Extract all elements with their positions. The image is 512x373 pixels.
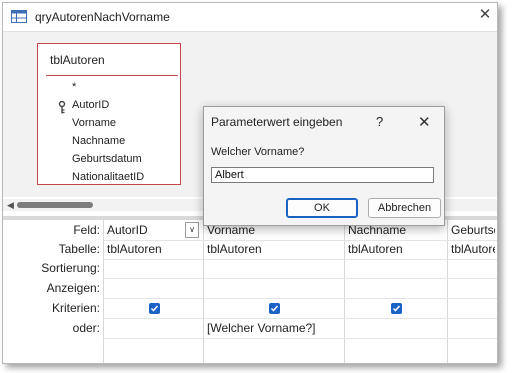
grid-cell-field[interactable]: AutorID (107, 223, 148, 237)
checkmark-icon (150, 305, 159, 312)
field-item[interactable]: Geburtsdatum (72, 153, 142, 165)
row-divider (103, 338, 497, 339)
ok-button[interactable]: OK (286, 198, 358, 218)
show-checkbox[interactable] (391, 303, 402, 314)
field-item[interactable]: Nachname (72, 135, 125, 147)
row-label-criteria: Kriterien: (51, 301, 100, 315)
query-icon (11, 10, 27, 23)
row-label-or: oder: (72, 321, 100, 335)
design-grid: Feld: Tabelle: Sortierung: Anzeigen: Kri… (3, 220, 497, 363)
table-name: tblAutoren (50, 53, 105, 67)
checkmark-icon (392, 305, 401, 312)
column-divider (203, 220, 204, 363)
parameter-input[interactable] (211, 167, 434, 183)
title-bar: qryAutorenNachVorname ✕ (3, 3, 497, 32)
window-title: qryAutorenNachVorname (35, 10, 170, 24)
row-divider (103, 240, 497, 241)
close-icon[interactable]: ✕ (418, 113, 431, 131)
scrollbar-thumb[interactable] (17, 202, 93, 208)
grid-cell-table[interactable]: tblAutoren (451, 242, 495, 256)
primary-key-icon (58, 101, 66, 114)
grid-cell-table[interactable]: tblAutoren (107, 242, 162, 256)
checkmark-icon (270, 305, 279, 312)
show-checkbox[interactable] (149, 303, 160, 314)
field-item[interactable]: AutorID (72, 99, 109, 111)
close-icon[interactable]: ✕ (477, 7, 493, 23)
show-checkbox[interactable] (269, 303, 280, 314)
scroll-left-icon[interactable]: ◀ (7, 200, 14, 211)
field-item[interactable]: Vorname (72, 117, 116, 129)
table-field-list[interactable]: tblAutoren * AutorID Vorname Nachname Ge… (37, 43, 181, 185)
column-divider (447, 220, 448, 363)
row-divider (103, 318, 497, 319)
column-divider (103, 220, 104, 363)
row-divider (103, 278, 497, 279)
field-item[interactable]: * (72, 81, 76, 93)
row-label-sort: Sortierung: (41, 261, 100, 275)
row-label-show: Anzeigen: (46, 281, 100, 295)
column-divider (344, 220, 345, 363)
row-label-table: Tabelle: (58, 242, 100, 256)
row-divider (103, 298, 497, 299)
table-divider (46, 75, 178, 76)
dialog-title: Parameterwert eingeben (211, 115, 343, 129)
dialog-prompt: Welcher Vorname? (211, 146, 305, 158)
query-design-window: qryAutorenNachVorname ✕ tblAutoren * Aut… (2, 2, 498, 364)
help-icon[interactable]: ? (376, 114, 383, 129)
grid-cell-criteria[interactable]: [Welcher Vorname?] (207, 321, 316, 335)
grid-cell-table[interactable]: tblAutoren (348, 242, 403, 256)
grid-cell-table[interactable]: tblAutoren (207, 242, 262, 256)
row-label-field: Feld: (73, 223, 100, 237)
chevron-down-icon[interactable]: ∨ (185, 222, 199, 238)
grid-cell-field[interactable]: Geburtsdatum (451, 223, 495, 237)
row-divider (103, 259, 497, 260)
field-item[interactable]: NationalitaetID (72, 171, 144, 183)
parameter-dialog: Parameterwert eingeben ? ✕ Welcher Vorna… (203, 106, 445, 226)
cancel-button[interactable]: Abbrechen (368, 198, 441, 218)
